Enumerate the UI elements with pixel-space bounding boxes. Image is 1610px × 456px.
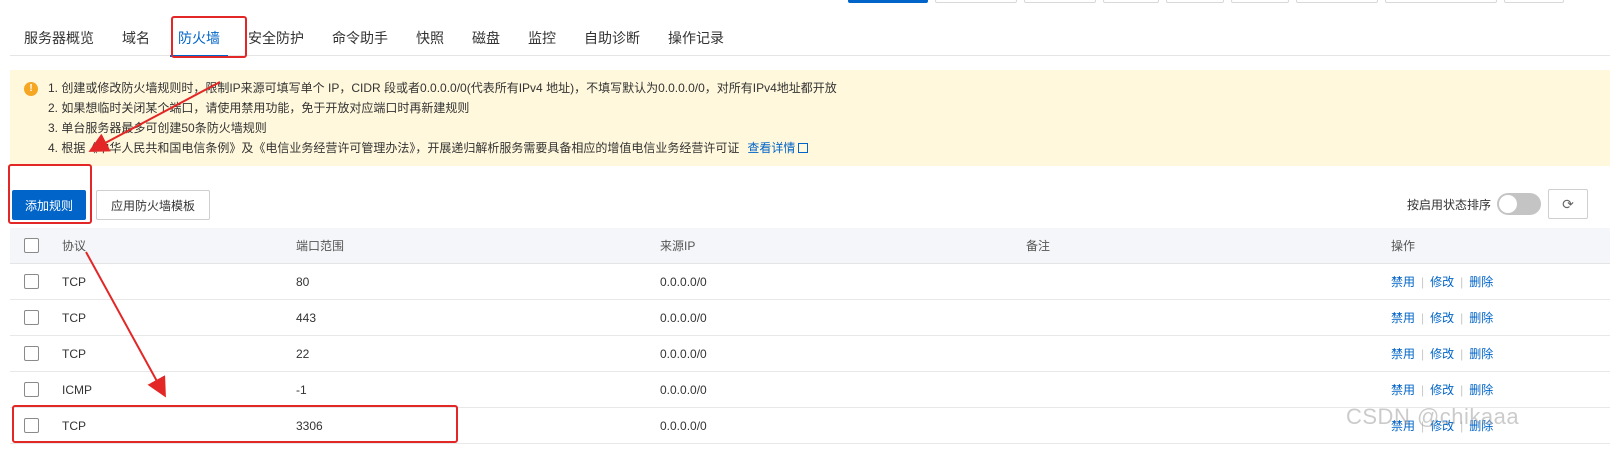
notice-line-2: 2. 如果想临时关闭某个端口，请使用禁用功能，免于开放对应端口时再新建规则 xyxy=(48,101,470,115)
divider: | xyxy=(1460,383,1464,397)
tab-self-diagnosis[interactable]: 自助诊断 xyxy=(570,20,654,56)
delete-link[interactable]: 删除 xyxy=(1469,419,1493,433)
refresh-icon[interactable]: ⟳ xyxy=(1548,189,1588,219)
divider: | xyxy=(1460,347,1464,361)
warning-icon: ! xyxy=(24,82,38,96)
disable-link[interactable]: 禁用 xyxy=(1391,383,1415,397)
table-row: TCP 22 0.0.0.0/0 禁用 | 修改 | 删除 xyxy=(10,336,1610,372)
cell-source-ip: 0.0.0.0/0 xyxy=(660,275,707,289)
cell-port-range: 443 xyxy=(296,311,317,325)
row-checkbox[interactable] xyxy=(24,382,39,397)
divider: | xyxy=(1421,419,1425,433)
cell-protocol: TCP xyxy=(62,347,86,361)
select-all-checkbox[interactable] xyxy=(24,238,39,253)
firewall-rules-table: 协议 端口范围 来源IP 备注 操作 TCP 80 0.0.0.0/0 禁用 | 修… xyxy=(10,228,1610,444)
header-protocol: 协议 xyxy=(62,239,87,253)
sort-by-status-label: 按启用状态排序 xyxy=(1407,198,1492,212)
cell-protocol: TCP xyxy=(62,275,86,289)
cell-port-range: -1 xyxy=(296,383,307,397)
top-button[interactable] xyxy=(1296,0,1378,3)
cell-port-range: 3306 xyxy=(296,419,323,433)
top-button[interactable] xyxy=(935,0,1017,3)
edit-link[interactable]: 修改 xyxy=(1430,275,1454,289)
disable-link[interactable]: 禁用 xyxy=(1391,275,1415,289)
divider: | xyxy=(1460,419,1464,433)
delete-link[interactable]: 删除 xyxy=(1469,275,1493,289)
tab-operation-log[interactable]: 操作记录 xyxy=(654,20,738,56)
cell-actions: 禁用 | 修改 | 删除 xyxy=(1391,336,1493,372)
table-row: TCP 80 0.0.0.0/0 禁用 | 修改 | 删除 xyxy=(10,264,1610,300)
divider: | xyxy=(1460,275,1464,289)
delete-link[interactable]: 删除 xyxy=(1469,311,1493,325)
cell-protocol: ICMP xyxy=(62,383,92,397)
cell-actions: 禁用 | 修改 | 删除 xyxy=(1391,372,1493,408)
disable-link[interactable]: 禁用 xyxy=(1391,419,1415,433)
table-header: 协议 端口范围 来源IP 备注 操作 xyxy=(10,228,1610,264)
tab-security[interactable]: 安全防护 xyxy=(234,20,318,56)
disable-link[interactable]: 禁用 xyxy=(1391,347,1415,361)
divider: | xyxy=(1421,311,1425,325)
toggle-knob xyxy=(1499,195,1517,213)
cell-source-ip: 0.0.0.0/0 xyxy=(660,311,707,325)
edit-link[interactable]: 修改 xyxy=(1430,383,1454,397)
cell-protocol: TCP xyxy=(62,311,86,325)
cell-source-ip: 0.0.0.0/0 xyxy=(660,347,707,361)
header-port-range: 端口范围 xyxy=(296,239,345,253)
edit-link[interactable]: 修改 xyxy=(1430,347,1454,361)
tab-server-overview[interactable]: 服务器概览 xyxy=(10,20,108,56)
top-action-bar xyxy=(0,0,1610,4)
delete-link[interactable]: 删除 xyxy=(1469,347,1493,361)
tab-disk[interactable]: 磁盘 xyxy=(458,20,514,56)
divider: | xyxy=(1460,311,1464,325)
tab-domain[interactable]: 域名 xyxy=(108,20,164,56)
cell-source-ip: 0.0.0.0/0 xyxy=(660,419,707,433)
cell-port-range: 80 xyxy=(296,275,310,289)
top-button[interactable] xyxy=(1385,0,1497,3)
view-details-link[interactable]: 查看详情 xyxy=(747,141,795,155)
table-row: ICMP -1 0.0.0.0/0 禁用 | 修改 | 删除 xyxy=(10,372,1610,408)
delete-link[interactable]: 删除 xyxy=(1469,383,1493,397)
add-rule-button[interactable]: 添加规则 xyxy=(12,190,86,220)
cell-protocol: TCP xyxy=(62,419,86,433)
sort-by-status-toggle[interactable] xyxy=(1497,193,1541,215)
notice-line-4-text: 4. 根据《中华人民共和国电信条例》及《电信业务经营许可管理办法》，开展递归解析… xyxy=(48,141,740,155)
cell-actions: 禁用 | 修改 | 删除 xyxy=(1391,408,1493,444)
external-link-icon[interactable] xyxy=(798,143,809,153)
divider: | xyxy=(1421,383,1425,397)
cell-actions: 禁用 | 修改 | 删除 xyxy=(1391,300,1493,336)
header-note: 备注 xyxy=(1026,239,1051,253)
top-button[interactable] xyxy=(1024,0,1096,3)
tab-snapshot[interactable]: 快照 xyxy=(402,20,458,56)
apply-template-button[interactable]: 应用防火墙模板 xyxy=(96,190,210,220)
top-button[interactable] xyxy=(1504,0,1564,3)
row-checkbox[interactable] xyxy=(24,346,39,361)
disable-link[interactable]: 禁用 xyxy=(1391,311,1415,325)
cell-source-ip: 0.0.0.0/0 xyxy=(660,383,707,397)
notice-line-1: 1. 创建或修改防火墙规则时，限制IP来源可填写单个 IP，CIDR 段或者0.… xyxy=(48,81,837,95)
header-source-ip: 来源IP xyxy=(660,239,696,253)
edit-link[interactable]: 修改 xyxy=(1430,311,1454,325)
top-primary-button[interactable] xyxy=(848,0,928,3)
row-checkbox[interactable] xyxy=(24,418,39,433)
row-checkbox[interactable] xyxy=(24,310,39,325)
table-row: TCP 443 0.0.0.0/0 禁用 | 修改 | 删除 xyxy=(10,300,1610,336)
cell-actions: 禁用 | 修改 | 删除 xyxy=(1391,264,1493,300)
row-checkbox[interactable] xyxy=(24,274,39,289)
divider: | xyxy=(1421,347,1425,361)
top-button[interactable] xyxy=(1231,0,1289,3)
tab-bar: 服务器概览 域名 防火墙 安全防护 命令助手 快照 磁盘 监控 自助诊断 操作记… xyxy=(10,20,1610,57)
top-button[interactable] xyxy=(1103,0,1159,3)
notice-line-4: 4. 根据《中华人民共和国电信条例》及《电信业务经营许可管理办法》，开展递归解析… xyxy=(48,138,1610,158)
tab-firewall[interactable]: 防火墙 xyxy=(164,20,234,57)
table-row: TCP 3306 0.0.0.0/0 禁用 | 修改 | 删除 xyxy=(10,408,1610,444)
firewall-notice: ! 1. 创建或修改防火墙规则时，限制IP来源可填写单个 IP，CIDR 段或者… xyxy=(10,70,1610,166)
edit-link[interactable]: 修改 xyxy=(1430,419,1454,433)
divider: | xyxy=(1421,275,1425,289)
cell-port-range: 22 xyxy=(296,347,310,361)
header-action: 操作 xyxy=(1391,239,1416,253)
top-button[interactable] xyxy=(1166,0,1224,3)
tab-monitor[interactable]: 监控 xyxy=(514,20,570,56)
tab-command-assistant[interactable]: 命令助手 xyxy=(318,20,402,56)
notice-line-3: 3. 单台服务器最多可创建50条防火墙规则 xyxy=(48,121,267,135)
